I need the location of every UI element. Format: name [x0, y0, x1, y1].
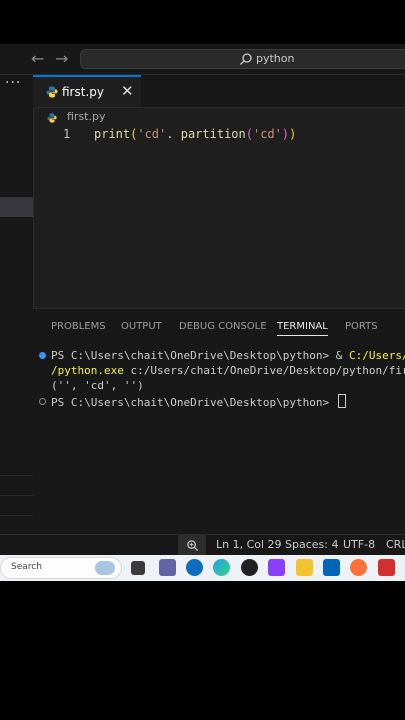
explorer-sidebar: ··· — [0, 75, 34, 555]
edge-icon[interactable] — [213, 559, 230, 576]
zoom-icon — [187, 540, 199, 552]
command-success-dot-icon — [39, 352, 46, 359]
command-center-text: python — [256, 52, 295, 65]
code-paren: ) — [289, 127, 297, 141]
encoding[interactable]: UTF-8 — [343, 538, 375, 551]
code-string: 'cd' — [252, 127, 282, 141]
vscode-window: ← → python ··· first.py ✕ first.py 1 pri… — [0, 44, 405, 555]
line-number: 1 — [63, 127, 71, 141]
teams-icon[interactable] — [159, 559, 176, 576]
tab-debug-console[interactable]: DEBUG CONSOLE — [179, 321, 267, 332]
code-function: print — [94, 127, 131, 141]
tab-problems[interactable]: PROBLEMS — [51, 321, 106, 332]
terminal-cursor[interactable] — [337, 394, 346, 408]
close-icon[interactable]: ✕ — [121, 82, 134, 100]
status-bar: Ln 1, Col 29 Spaces: 4 UTF-8 CRLF — [0, 534, 405, 555]
store-icon[interactable] — [323, 559, 340, 576]
terminal-line: /python.exe c:/Users/chait/OneDrive/Desk… — [51, 363, 405, 378]
sidebar-divider — [0, 475, 33, 476]
title-bar: ← → python — [0, 44, 405, 75]
command-center-search[interactable]: python — [80, 49, 405, 69]
more-actions-icon[interactable]: ··· — [5, 75, 21, 91]
tab-terminal[interactable]: TERMINAL — [277, 321, 328, 336]
code-method: partition — [180, 127, 246, 141]
back-arrow-icon[interactable]: ← — [31, 50, 44, 68]
cursor-position[interactable]: Ln 1, Col 29 — [216, 538, 282, 551]
terminal-prompt: PS C:\Users\chait\OneDrive\Desktop\pytho… — [51, 349, 350, 362]
indentation[interactable]: Spaces: 4 — [285, 538, 338, 551]
code-dot: . — [166, 127, 181, 141]
github-icon[interactable] — [241, 559, 258, 576]
python-file-icon — [46, 86, 58, 98]
tab-output[interactable]: OUTPUT — [121, 321, 162, 332]
taskbar-search[interactable]: Search — [0, 557, 122, 579]
task-view-icon[interactable] — [131, 561, 145, 575]
breadcrumb-file[interactable]: first.py — [67, 110, 105, 123]
terminal-command-path: C:/Users/chait — [349, 349, 405, 362]
zoom-button[interactable] — [178, 535, 206, 555]
taskbar-search-placeholder: Search — [11, 562, 42, 572]
forward-arrow-icon[interactable]: → — [55, 50, 68, 68]
terminal-command-args: c:/Users/chait/OneDrive/Desktop/python/f… — [130, 364, 405, 377]
search-highlight-icon — [95, 561, 115, 575]
file-explorer-icon[interactable] — [296, 559, 313, 576]
command-empty-dot-icon — [39, 398, 46, 405]
wps-icon[interactable] — [378, 559, 395, 576]
windows-taskbar: Search — [0, 555, 405, 581]
bottom-panel: PROBLEMS OUTPUT DEBUG CONSOLE TERMINAL P… — [33, 308, 405, 536]
terminal-line: PS C:\Users\chait\OneDrive\Desktop\pytho… — [51, 348, 405, 363]
tab-label: first.py — [62, 85, 104, 99]
tab-ports[interactable]: PORTS — [345, 321, 378, 332]
clipchamp-icon[interactable] — [268, 559, 285, 576]
editor-tab-bar: first.py ✕ — [33, 75, 405, 108]
panel-tabs: PROBLEMS OUTPUT DEBUG CONSOLE TERMINAL P… — [33, 319, 405, 339]
sidebar-divider — [0, 515, 33, 516]
firefox-icon[interactable] — [350, 559, 367, 576]
terminal-prompt: PS C:\Users\chait\OneDrive\Desktop\pytho… — [51, 396, 336, 409]
terminal[interactable]: PS C:\Users\chait\OneDrive\Desktop\pytho… — [33, 348, 405, 452]
code-paren: ( — [245, 127, 253, 141]
dell-icon[interactable] — [186, 559, 203, 576]
terminal-line: PS C:\Users\chait\OneDrive\Desktop\pytho… — [51, 394, 346, 409]
search-icon — [240, 53, 252, 65]
code-line[interactable]: print('cd'. partition('cd')) — [94, 127, 296, 141]
sidebar-selected-item[interactable] — [0, 197, 33, 217]
terminal-output: ('', 'cd', '') — [51, 379, 144, 392]
code-string: 'cd' — [137, 127, 167, 141]
tab-first-py[interactable]: first.py ✕ — [33, 75, 141, 107]
terminal-command-path: /python.exe — [51, 364, 124, 377]
code-editor[interactable]: 1 print('cd'. partition('cd')) — [33, 127, 405, 307]
end-of-line[interactable]: CRLF — [386, 538, 405, 551]
python-file-icon — [47, 113, 57, 123]
sidebar-divider — [0, 495, 33, 496]
